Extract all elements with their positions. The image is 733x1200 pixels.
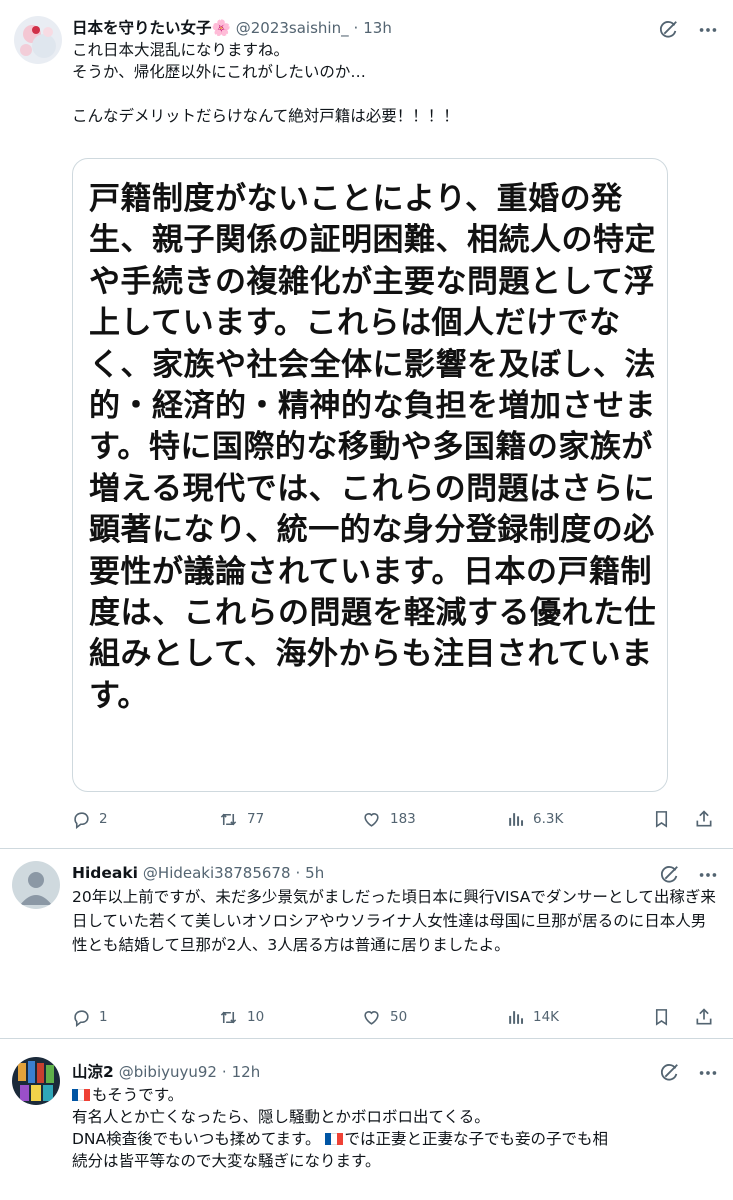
handle[interactable]: @Hideaki38785678 <box>143 864 291 882</box>
repost-button[interactable]: 77 <box>218 806 264 832</box>
reply-button[interactable]: 2 <box>72 806 108 832</box>
more-icon[interactable] <box>697 1062 719 1084</box>
share-icon <box>696 1008 712 1025</box>
reply-icon <box>74 1009 89 1027</box>
grok-icon[interactable] <box>658 864 680 886</box>
views-button[interactable]: 6.3K <box>506 806 563 832</box>
tweet-text-line-3b: では正妻と正妻な子でも妾の子でも相 <box>344 1130 609 1148</box>
bookmark-button[interactable] <box>652 1004 671 1030</box>
attached-image[interactable]: 戸籍制度がないことにより、重婚の発生、親子関係の証明困難、相続人の特定や手続きの… <box>72 158 668 792</box>
bookmark-icon <box>655 811 668 828</box>
separator: · <box>295 864 301 882</box>
like-icon <box>364 1010 379 1025</box>
view-count: 14K <box>533 1009 560 1025</box>
timestamp[interactable]: 5h <box>305 864 324 882</box>
reply-icon <box>74 811 89 829</box>
action-bar: 2 77 183 6.3K <box>72 806 722 832</box>
tweet-text-line-1: もそうです。 <box>92 1086 184 1104</box>
tweet-text: もそうです。 有名人とか亡くなったら、隠し騒動とかボロボロ出てくる。 DNA検査… <box>72 1084 720 1172</box>
separator: · <box>221 1063 227 1081</box>
views-icon <box>509 812 524 826</box>
tweet-line: もそうです。 <box>72 1084 720 1106</box>
like-count: 50 <box>390 1009 408 1025</box>
like-button[interactable]: 50 <box>361 1004 407 1030</box>
share-icon <box>696 810 712 827</box>
tweet-text-line-2: 有名人とか亡くなったら、隠し騒動とかボロボロ出てくる。 <box>72 1108 490 1126</box>
more-icon[interactable] <box>697 19 719 41</box>
tweet-line: DNA検査後でもいつも揉めてます。 では正妻と正妻な子でも妾の子でも相 <box>72 1128 720 1150</box>
tweet-3[interactable]: 山涼2 @bibiyuyu92 · 12h もそうです。 有名人とか亡くなったら… <box>0 1039 733 1200</box>
repost-icon <box>220 1011 237 1023</box>
more-icon[interactable] <box>697 864 719 886</box>
display-name[interactable]: 山涼2 <box>72 1063 114 1081</box>
views-icon <box>509 1010 524 1024</box>
avatar[interactable] <box>12 861 60 909</box>
share-button[interactable] <box>694 1004 714 1030</box>
reply-count: 1 <box>99 1009 108 1025</box>
bookmark-icon <box>655 1009 668 1026</box>
tweet-text-line-4: 続分は皆平等なので大変な騒ぎになります。 <box>72 1152 381 1170</box>
view-count: 6.3K <box>533 811 564 827</box>
grok-icon[interactable] <box>657 19 679 41</box>
repost-icon <box>220 813 237 825</box>
handle[interactable]: @2023saishin_ <box>236 19 349 37</box>
france-flag-icon <box>72 1089 90 1101</box>
grok-icon[interactable] <box>658 1062 680 1084</box>
display-name[interactable]: 日本を守りたい女子🌸 <box>72 19 231 37</box>
action-bar: 1 10 50 14K <box>72 1004 722 1030</box>
share-button[interactable] <box>694 806 714 832</box>
reply-count: 2 <box>99 811 108 827</box>
timestamp[interactable]: 12h <box>232 1063 261 1081</box>
timestamp[interactable]: 13h <box>363 19 392 37</box>
repost-button[interactable]: 10 <box>218 1004 264 1030</box>
reply-button[interactable]: 1 <box>72 1004 108 1030</box>
like-button[interactable]: 183 <box>361 806 416 832</box>
views-button[interactable]: 14K <box>506 1004 559 1030</box>
bookmark-button[interactable] <box>652 806 671 832</box>
france-flag-icon <box>324 1133 343 1145</box>
tweet-2[interactable]: Hideaki @Hideaki38785678 · 5h 20年以上前ですが、… <box>0 849 733 1038</box>
tweet-text: これ日本大混乱になりますね。 そうか、帰化歴以外にこれがしたいのか… こんなデメ… <box>72 41 459 125</box>
tweet-header: 日本を守りたい女子🌸 @2023saishin_ · 13h <box>72 16 392 40</box>
avatar[interactable] <box>14 16 62 64</box>
tweet-text: 20年以上前ですが、未だ多少景気がましだった頃日本に興行VISAでダンサーとして… <box>72 888 716 954</box>
tweet-1[interactable]: 日本を守りたい女子🌸 @2023saishin_ · 13h これ日本大混乱にな… <box>0 0 733 848</box>
avatar[interactable] <box>12 1057 60 1105</box>
separator: · <box>353 19 359 37</box>
display-name[interactable]: Hideaki <box>72 864 138 882</box>
tweet-header: Hideaki @Hideaki38785678 · 5h <box>72 861 324 885</box>
like-count: 183 <box>390 811 416 827</box>
image-text: 戸籍制度がないことにより、重婚の発生、親子関係の証明困難、相続人の特定や手続きの… <box>89 181 656 714</box>
tweet-header: 山涼2 @bibiyuyu92 · 12h <box>72 1060 260 1084</box>
repost-count: 10 <box>247 1009 265 1025</box>
repost-count: 77 <box>247 811 265 827</box>
handle[interactable]: @bibiyuyu92 <box>119 1063 217 1081</box>
like-icon <box>364 812 379 827</box>
tweet-text-line-3: DNA検査後でもいつも揉めてます。 <box>72 1130 321 1148</box>
